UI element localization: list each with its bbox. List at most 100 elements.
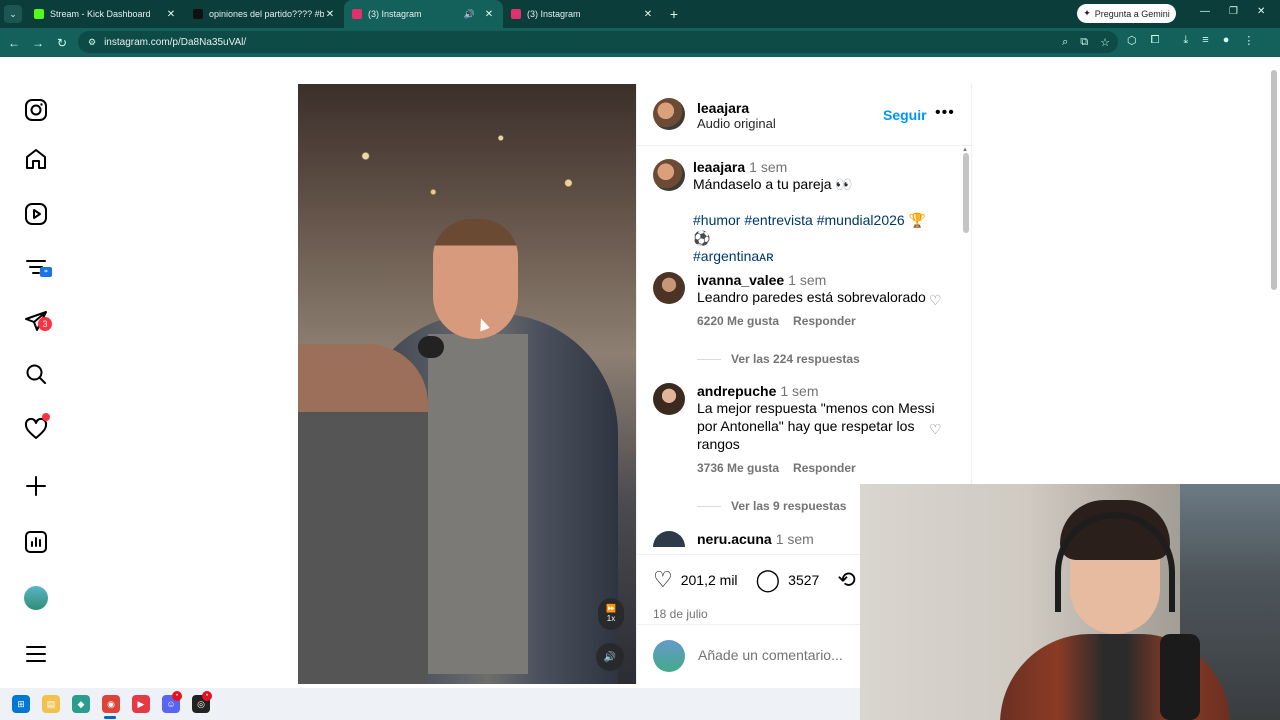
speaker-icon[interactable]: 🔊 — [464, 9, 475, 20]
view-replies-button[interactable]: Ver las 9 respuestas — [697, 499, 846, 513]
page-scrollbar-thumb[interactable] — [1271, 70, 1277, 290]
mute-toggle-icon[interactable]: 🔊 — [596, 643, 624, 671]
puzzle-icon[interactable]: ⧠ — [1151, 34, 1160, 47]
close-icon[interactable]: ✕ — [324, 9, 336, 20]
filter-list-icon[interactable]: ⌗ — [22, 253, 52, 281]
close-icon[interactable]: ✕ — [165, 9, 177, 20]
notifications-heart-icon[interactable] — [22, 413, 50, 443]
tab-title: (3) Instagram — [368, 9, 422, 19]
browser-tab[interactable]: (3) Instagram ✕ — [503, 0, 662, 28]
like-comment-heart-icon[interactable]: ♡ — [929, 421, 942, 438]
insights-icon[interactable] — [22, 528, 50, 556]
commenter-avatar[interactable] — [653, 272, 685, 304]
comment-username[interactable]: neru.acuna — [697, 531, 772, 547]
app-icon[interactable]: ◆ — [72, 695, 90, 713]
reload-icon[interactable]: ↻ — [50, 36, 74, 50]
kick-favicon-icon — [34, 9, 44, 19]
media-player-icon[interactable]: ▶ — [132, 695, 150, 713]
reels-icon[interactable] — [22, 200, 50, 228]
comment-username[interactable]: andrepuche — [697, 383, 776, 399]
commenter-avatar[interactable] — [653, 383, 685, 415]
comments-count: 3527 — [788, 572, 820, 588]
back-icon[interactable]: ← — [2, 36, 26, 50]
tab-search-button[interactable]: ⌄ — [0, 0, 26, 28]
caption-hashtags[interactable]: #humor #entrevista #mundial2026 🏆 ⚽ — [693, 211, 933, 247]
tiktok-favicon-icon — [193, 9, 203, 19]
fast-forward-icon: ⏩ — [606, 604, 616, 613]
audio-label[interactable]: Audio original — [697, 116, 776, 131]
comment-input[interactable]: Añade un comentario... — [698, 647, 843, 663]
author-avatar[interactable] — [653, 98, 685, 130]
like-comment-heart-icon[interactable]: ♡ — [929, 292, 942, 309]
forward-icon[interactable]: → — [26, 36, 50, 50]
chrome-icon[interactable]: ◉ — [102, 695, 120, 713]
follow-button[interactable]: Seguir — [883, 107, 927, 123]
view-replies-button[interactable]: Ver las 224 respuestas — [697, 352, 860, 366]
reel-video[interactable] — [298, 84, 636, 684]
sparkle-icon: ✦ — [1083, 8, 1091, 18]
reply-button[interactable]: Responder — [793, 461, 856, 475]
more-options-icon[interactable]: ••• — [935, 104, 955, 122]
site-info-icon[interactable]: ⚙ — [88, 37, 96, 48]
gemini-label: Pregunta a Gemini — [1094, 8, 1170, 19]
comment-likes[interactable]: 6220 Me gusta — [697, 314, 779, 328]
close-icon[interactable]: ✕ — [642, 9, 654, 20]
create-plus-icon[interactable] — [22, 472, 50, 500]
comment-text: Leandro paredes está sobrevalorado — [697, 289, 926, 305]
comments-scrollbar[interactable] — [963, 153, 969, 233]
microphone-shape — [418, 336, 444, 358]
extension-icon[interactable]: ⬡ — [1127, 34, 1137, 47]
address-bar[interactable]: ⚙ instagram.com/p/Da8Na35uVAl/ ⌕ ⧉ ☆ — [78, 31, 1118, 53]
caption-hashtags[interactable]: #argentinaᴀʀ — [693, 247, 933, 265]
profile-avatar-icon[interactable] — [22, 584, 50, 612]
hamburger-menu-icon[interactable] — [22, 640, 50, 668]
new-tab-button[interactable]: + — [662, 6, 686, 22]
messages-icon[interactable]: 3 — [22, 307, 52, 335]
kebab-menu-icon[interactable]: ⋮ — [1243, 34, 1254, 47]
tab-groups-icon[interactable]: ≡ — [1202, 34, 1208, 47]
browser-tab-active[interactable]: (3) Instagram 🔊 ✕ — [344, 0, 503, 28]
windows-start-icon[interactable]: ⊞ — [12, 695, 30, 713]
obs-icon[interactable]: ◎ • — [192, 691, 212, 713]
playback-speed-button[interactable]: ⏩ 1x — [598, 598, 624, 630]
hoodie-shape — [428, 334, 528, 674]
comment-username[interactable]: ivanna_valee — [697, 272, 784, 288]
browser-tab[interactable]: opiniones del partido???? #boc ✕ — [185, 0, 344, 28]
instagram-logo-icon[interactable] — [22, 96, 50, 124]
gemini-button[interactable]: ✦ Pregunta a Gemini — [1077, 4, 1176, 23]
minimize-icon[interactable]: — — [1200, 6, 1210, 17]
restore-icon[interactable]: ❐ — [1229, 6, 1238, 17]
file-explorer-icon[interactable]: ▤ — [42, 695, 60, 713]
profile-avatar-icon[interactable]: ● — [1223, 34, 1230, 47]
home-icon[interactable] — [22, 145, 50, 173]
own-avatar — [653, 640, 685, 672]
bookmark-star-icon[interactable]: ☆ — [1100, 36, 1110, 49]
running-indicator — [104, 716, 116, 719]
caption-body: leaajara 1 sem Mándaselo a tu pareja 👀 #h… — [693, 159, 933, 265]
author-username[interactable]: leaajara — [697, 100, 776, 116]
repost-icon[interactable]: ⟲ — [837, 567, 855, 593]
like-heart-icon[interactable]: ♡ — [653, 567, 673, 593]
windows-taskbar: ⊞ ▤ ◆ ◉ ▶ ☺ • ◎ • — [0, 688, 860, 720]
discord-icon[interactable]: ☺ • — [162, 691, 182, 713]
commenter-avatar[interactable] — [653, 531, 685, 547]
install-icon[interactable]: ⧉ — [1080, 36, 1088, 49]
caption-time: 1 sem — [749, 159, 788, 175]
likes-count[interactable]: 201,2 mil — [681, 572, 738, 588]
close-icon[interactable]: ✕ — [483, 9, 495, 20]
zoom-icon[interactable]: ⌕ — [1062, 36, 1068, 49]
comment-likes[interactable]: 3736 Me gusta — [697, 461, 779, 475]
download-icon[interactable]: ⤓ — [1183, 34, 1188, 47]
author-avatar[interactable] — [653, 159, 685, 191]
extension-badge-icon: ⌗ — [40, 267, 52, 277]
search-icon[interactable] — [22, 360, 50, 388]
reply-button[interactable]: Responder — [793, 314, 856, 328]
browser-tab[interactable]: Stream - Kick Dashboard ✕ — [26, 0, 185, 28]
window-close-icon[interactable]: ✕ — [1257, 6, 1265, 17]
tab-title: (3) Instagram — [527, 9, 581, 19]
webcam-overlay — [860, 484, 1280, 720]
caption-username[interactable]: leaajara — [693, 159, 745, 175]
comment-time: 1 sem — [775, 531, 814, 547]
view-replies-label: Ver las 224 respuestas — [731, 352, 860, 366]
comment-bubble-icon[interactable]: ◯ — [756, 567, 781, 593]
